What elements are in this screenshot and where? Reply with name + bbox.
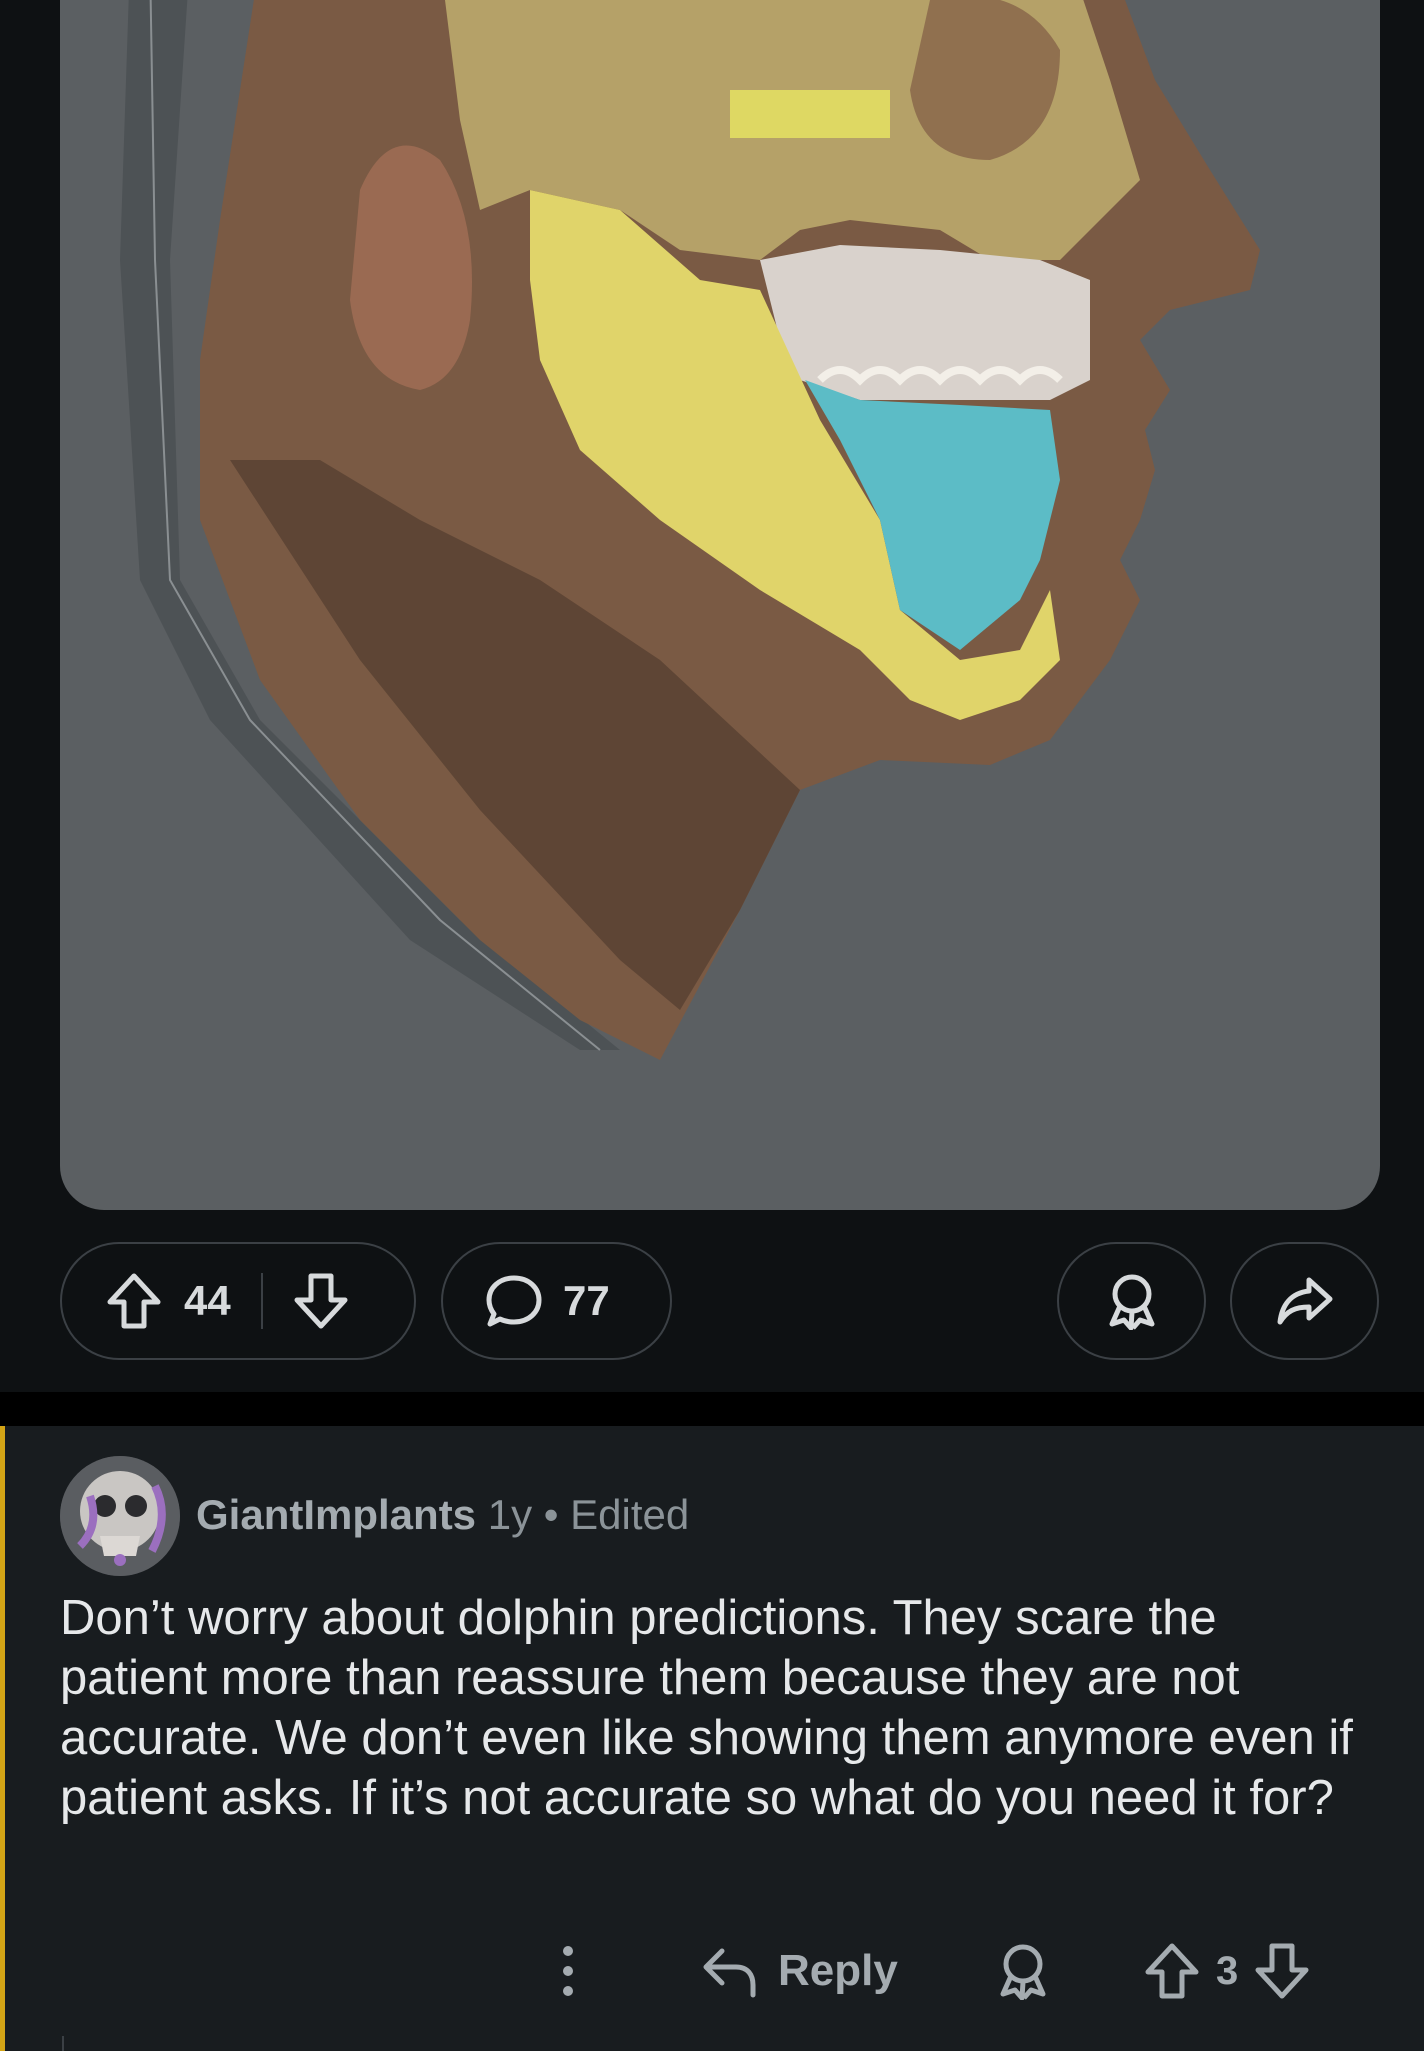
comments-button[interactable]: 77 [441,1242,672,1360]
award-button[interactable] [1057,1242,1206,1360]
vote-control: 44 [60,1242,416,1360]
reply-button[interactable]: Reply [700,1926,898,2016]
skull-avatar-icon [60,1456,180,1576]
comment-count: 77 [563,1277,610,1324]
head-scan-illustration [120,0,1260,1060]
avatar[interactable] [60,1456,180,1576]
award-icon [1104,1272,1160,1330]
edited-label: Edited [570,1491,690,1538]
upvote-count: 44 [184,1277,231,1324]
award-icon [1000,1944,1046,2000]
comment-meta: GiantImplants 1y • Edited [196,1490,689,1540]
comment-age: 1y [487,1491,533,1538]
arrow-down-icon[interactable] [293,1272,349,1330]
comment-actions: Reply 3 [0,1926,1424,2016]
vertical-dots-icon [563,1946,573,1996]
more-options-button[interactable] [556,1926,580,2016]
meta-separator: • [543,1491,559,1538]
comment-vote-control: 3 [1144,1926,1310,2016]
share-arrow-icon [1275,1275,1335,1327]
comment-award-button[interactable] [995,1926,1051,2016]
arrow-up-icon[interactable] [106,1272,162,1330]
share-button[interactable] [1230,1242,1379,1360]
section-separator [0,1392,1424,1426]
arrow-up-icon[interactable] [1144,1942,1200,2000]
vote-divider [260,1273,263,1329]
arrow-down-icon[interactable] [1254,1942,1310,2000]
reply-label: Reply [778,1946,898,1995]
thread-connector [62,2036,64,2051]
comment-author[interactable]: GiantImplants [196,1491,476,1538]
reply-arrow-icon [703,1948,756,1998]
speech-bubble-icon [485,1273,543,1329]
comment-body: Don’t worry about dolphin predictions. T… [60,1591,1353,1825]
comment-score: 3 [1216,1948,1239,1993]
post-image[interactable] [60,0,1380,1210]
